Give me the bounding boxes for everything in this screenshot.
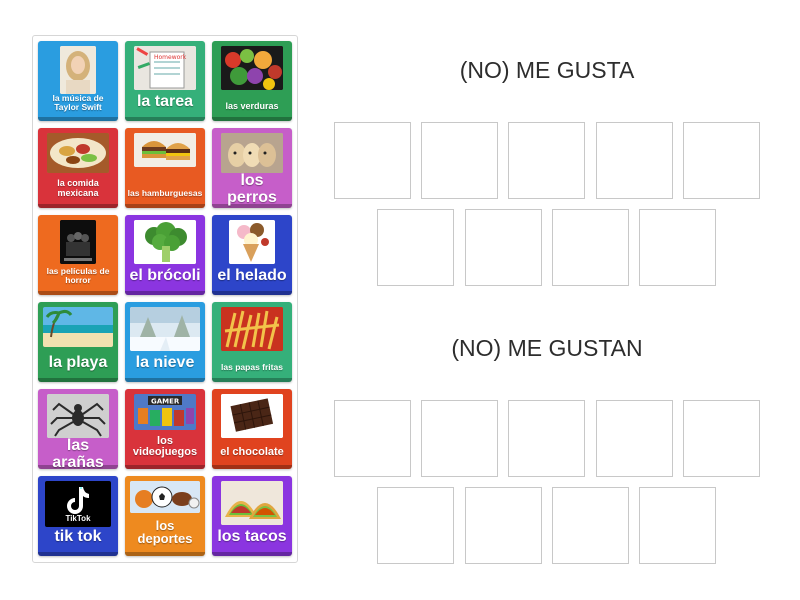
group-heading-me-gusta: (NO) ME GUSTA (459, 57, 635, 83)
card-las-aranas[interactable]: las arañas (38, 389, 118, 471)
card-las-papas-fritas[interactable]: las papas fritas (212, 302, 292, 382)
drop-slot[interactable] (334, 122, 411, 199)
broccoli-icon (134, 220, 196, 264)
drop-slot[interactable] (465, 209, 542, 286)
card-los-tacos[interactable]: los tacos (212, 476, 292, 556)
card-label: las papas fritas (221, 362, 283, 373)
tiktok-logo-text: TikTok (65, 514, 91, 523)
tiktok-icon: TikTok (45, 481, 111, 527)
drop-slot[interactable] (465, 487, 542, 564)
horror-movie-icon (60, 220, 96, 264)
drop-slot[interactable] (596, 400, 673, 477)
card-label: los perros (227, 172, 277, 206)
drop-slot[interactable] (639, 487, 716, 564)
drop-slot[interactable] (508, 400, 585, 477)
svg-text:Homework: Homework (154, 54, 187, 61)
drop-slot[interactable] (683, 122, 760, 199)
card-los-videojuegos[interactable]: GAMER los videojuegos (125, 389, 205, 469)
card-label: el brócoli (129, 267, 201, 285)
homework-icon: Homework (134, 46, 196, 90)
drop-slot[interactable] (596, 122, 673, 199)
card-label: el helado (217, 267, 287, 285)
drop-slot[interactable] (377, 487, 454, 564)
card-label: las verduras (225, 100, 279, 111)
video-games-icon: GAMER (134, 394, 196, 430)
card-label: tik tok (54, 528, 102, 546)
card-los-perros[interactable]: los perros (212, 128, 292, 208)
sports-balls-icon (130, 481, 200, 513)
beach-icon (43, 307, 113, 347)
card-tik-tok[interactable]: TikTok tik tok (38, 476, 118, 556)
card-las-hamburguesas[interactable]: las hamburguesas (125, 128, 205, 208)
drop-slot[interactable] (552, 487, 629, 564)
vegetables-icon (221, 46, 283, 90)
card-label: el chocolate (220, 446, 284, 459)
drop-slot[interactable] (552, 209, 629, 286)
svg-text:GAMER: GAMER (151, 398, 180, 406)
card-label: las películas de horror (46, 266, 110, 286)
card-label: la nieve (135, 354, 195, 372)
card-label: las arañas (52, 437, 104, 471)
drop-slot[interactable] (508, 122, 585, 199)
ice-cream-icon (229, 220, 275, 264)
drop-slot[interactable] (334, 400, 411, 477)
card-la-comida-mexicana[interactable]: la comida mexicana (38, 128, 118, 208)
card-el-helado[interactable]: el helado (212, 215, 292, 295)
card-la-tarea[interactable]: Homework la tarea (125, 41, 205, 121)
card-el-brocoli[interactable]: el brócoli (125, 215, 205, 295)
group-heading-me-gustan: (NO) ME GUSTAN (451, 335, 643, 361)
card-label: la comida mexicana (57, 178, 99, 198)
drop-slot[interactable] (683, 400, 760, 477)
burger-icon (134, 133, 196, 167)
card-label: los videojuegos (132, 434, 198, 459)
card-la-musica-de-taylor-swift[interactable]: la música de Taylor Swift (38, 41, 118, 121)
card-la-nieve[interactable]: la nieve (125, 302, 205, 382)
card-label: los tacos (217, 528, 287, 546)
tacos-icon (221, 481, 283, 525)
drop-slot[interactable] (377, 209, 454, 286)
card-label: la tarea (136, 93, 194, 111)
card-el-chocolate[interactable]: el chocolate (212, 389, 292, 469)
puppies-icon (221, 133, 283, 173)
drop-slot[interactable] (421, 122, 498, 199)
card-los-deportes[interactable]: los deportes (125, 476, 205, 556)
drop-slot[interactable] (639, 209, 716, 286)
fries-icon (221, 307, 283, 351)
drop-slot[interactable] (421, 400, 498, 477)
mexican-food-icon (47, 133, 109, 173)
card-label: las hamburguesas (127, 188, 203, 199)
card-la-playa[interactable]: la playa (38, 302, 118, 382)
card-label: la playa (48, 354, 108, 372)
chocolate-icon (221, 394, 283, 438)
snow-icon (130, 307, 200, 351)
spider-icon (47, 394, 109, 438)
card-label: los deportes (137, 517, 193, 547)
singer-portrait-icon (60, 46, 96, 94)
card-las-verduras[interactable]: las verduras (212, 41, 292, 121)
card-las-peliculas-de-horror[interactable]: las películas de horror (38, 215, 118, 295)
card-tray: la música de Taylor Swift Homework la ta… (32, 35, 298, 563)
card-label: la música de Taylor Swift (52, 93, 104, 112)
